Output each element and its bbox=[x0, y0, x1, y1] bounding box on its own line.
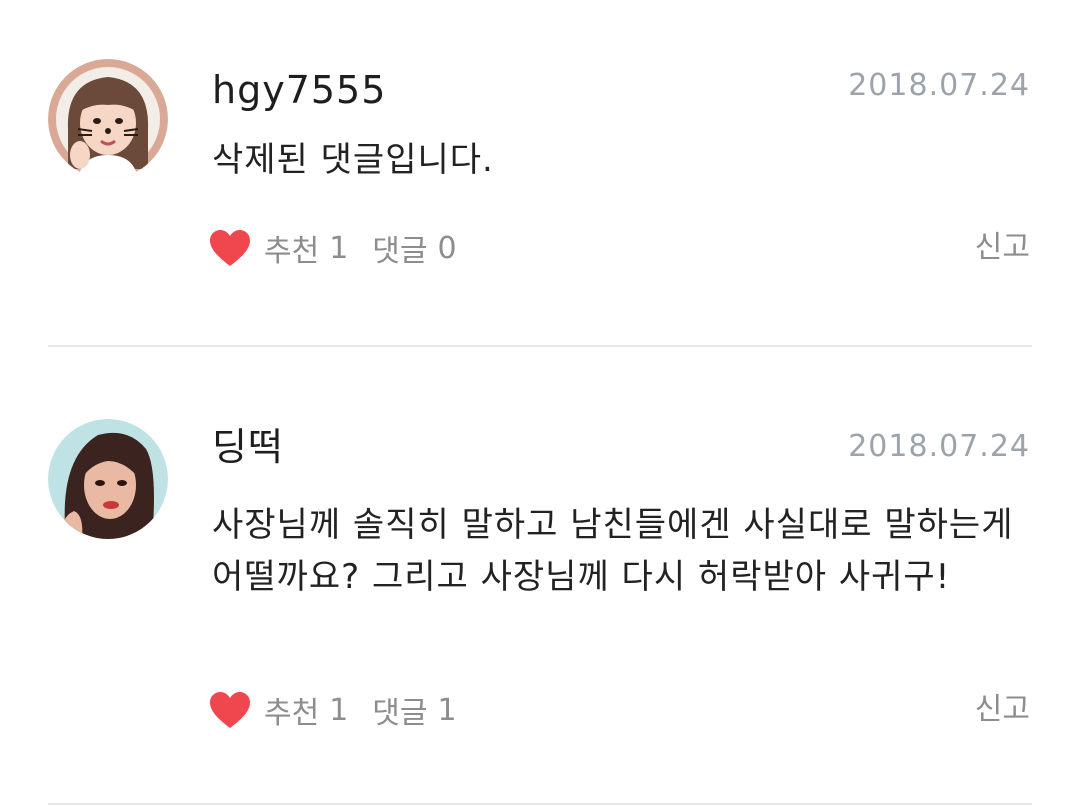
user-avatar-photo-icon bbox=[48, 59, 168, 179]
like-label[interactable]: 추천 bbox=[264, 226, 319, 270]
heart-icon[interactable] bbox=[208, 690, 252, 730]
avatar[interactable] bbox=[48, 59, 168, 179]
heart-icon[interactable] bbox=[208, 228, 252, 268]
comment-divider bbox=[48, 803, 1032, 805]
comment-item: 딩떡 2018.07.24 사장님께 솔직히 말하고 남친들에겐 사실대로 말하… bbox=[0, 347, 1080, 805]
comment-username[interactable]: 딩떡 bbox=[212, 425, 284, 469]
reply-label[interactable]: 댓글 bbox=[372, 226, 427, 270]
reply-count: 0 bbox=[437, 230, 457, 266]
like-count: 1 bbox=[329, 230, 349, 266]
comment-item: hgy7555 2018.07.24 삭제된 댓글입니다. 추천 1 댓글 0 … bbox=[0, 0, 1080, 346]
comment-actions: 추천 1 댓글 0 bbox=[208, 226, 457, 270]
user-avatar-photo-icon bbox=[48, 419, 168, 539]
like-count: 1 bbox=[329, 692, 349, 728]
reply-label[interactable]: 댓글 bbox=[372, 688, 427, 732]
comment-date: 2018.07.24 bbox=[848, 429, 1030, 464]
report-button[interactable]: 신고 bbox=[975, 688, 1030, 732]
avatar[interactable] bbox=[48, 419, 168, 539]
report-button[interactable]: 신고 bbox=[975, 226, 1030, 270]
comment-actions: 추천 1 댓글 1 bbox=[208, 688, 457, 732]
comment-text: 삭제된 댓글입니다. bbox=[212, 140, 494, 180]
comment-username[interactable]: hgy7555 bbox=[212, 68, 386, 112]
like-label[interactable]: 추천 bbox=[264, 688, 319, 732]
reply-count: 1 bbox=[437, 692, 457, 728]
comment-text: 사장님께 솔직히 말하고 남친들에겐 사실대로 말하는게 어떨까요? 그리고 사… bbox=[212, 505, 1014, 597]
comment-date: 2018.07.24 bbox=[848, 68, 1030, 103]
